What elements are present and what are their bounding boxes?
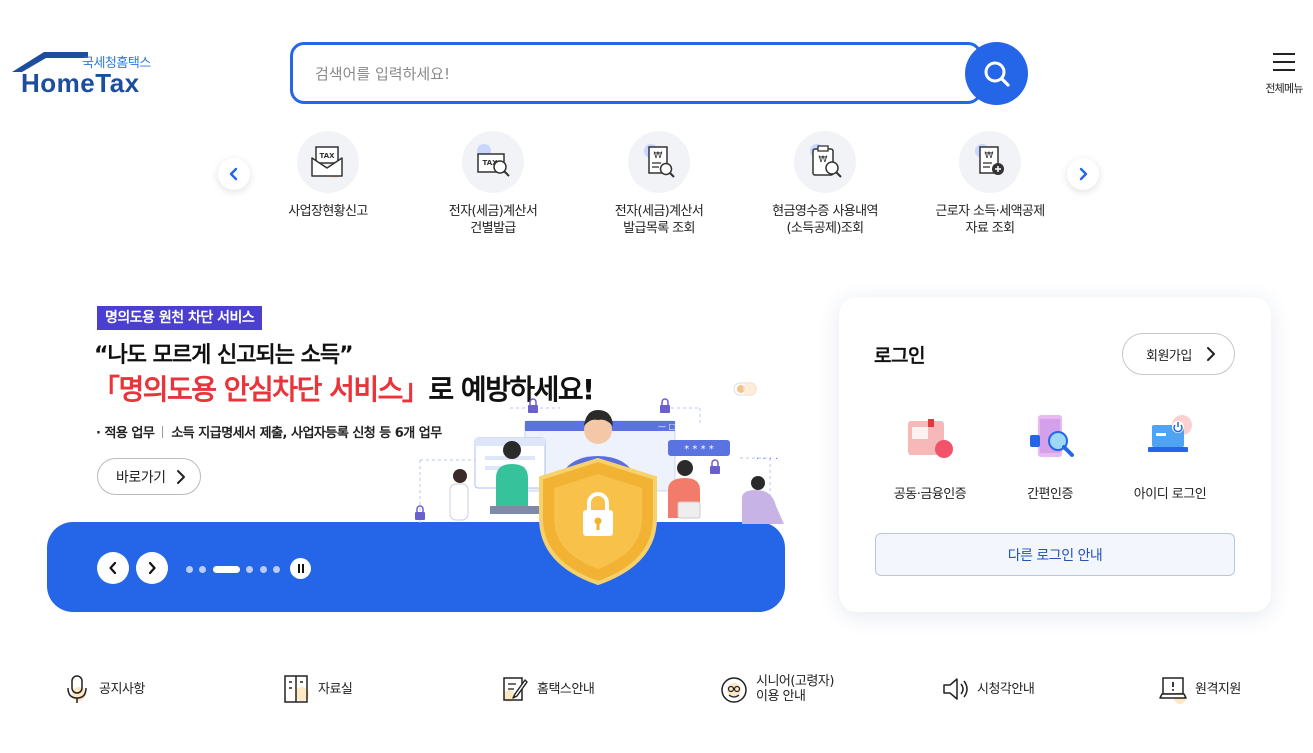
other-login-guide-button[interactable]: 다른 로그인 안내: [875, 533, 1235, 576]
pause-icon: [297, 564, 304, 573]
login-card: 로그인 회원가입 공동·금융인증 간편인증 아이디 로그인 다른 로그인 안내: [839, 297, 1271, 612]
svg-text:· · · ·: · · · ·: [756, 454, 778, 465]
svg-text:TAX: TAX: [319, 152, 335, 160]
svg-text:— □ ×: — □ ×: [658, 422, 685, 431]
document-pen-icon: [500, 674, 530, 704]
banner-go-label: 바로가기: [116, 469, 166, 486]
banner-prev-button[interactable]: [97, 552, 129, 584]
bottom-link-label: 원격지원: [1195, 681, 1241, 697]
search-box: [290, 42, 982, 104]
banner-pause-button[interactable]: [290, 558, 311, 579]
login-title: 로그인: [874, 345, 925, 367]
chevron-right-icon: [177, 470, 185, 484]
banner-go-button[interactable]: 바로가기: [97, 458, 201, 495]
tax-invoice-search-icon: TAX: [462, 131, 524, 193]
bottom-link-notice[interactable]: 공지사항: [62, 672, 145, 706]
banner-detail-label: · 적용 업무: [96, 426, 155, 441]
svg-text:₩: ₩: [819, 155, 828, 165]
signup-button[interactable]: 회원가입: [1122, 333, 1235, 375]
bottom-link-remote[interactable]: 원격지원: [1158, 672, 1241, 706]
all-menu-label: 전체메뉴: [1265, 82, 1303, 95]
receipt-search-icon: ₩: [794, 131, 856, 193]
slide-indicator-dot[interactable]: [199, 566, 206, 573]
won-document-search-icon: ₩: [628, 131, 690, 193]
chevron-right-icon: [148, 561, 156, 575]
bottom-link-label: 시청각안내: [977, 681, 1035, 697]
search-input[interactable]: [315, 62, 935, 86]
logo-wordmark: HomeTax: [21, 68, 140, 98]
certificate-login-label: 공동·금융인증: [893, 487, 967, 502]
quick-service-label: 현금영수증 사용내역 (소득공제)조회: [772, 204, 878, 236]
quick-service-label: 근로자 소득·세액공제 자료 조회: [935, 204, 1045, 236]
won-document-add-icon: ₩: [959, 131, 1021, 193]
quick-service-item[interactable]: TAX 전자(세금)계산서 건별발급: [423, 131, 563, 237]
tax-envelope-icon: TAX: [297, 131, 359, 193]
bottom-link-archive[interactable]: 자료실: [281, 672, 353, 706]
quick-service-item[interactable]: ₩ 전자(세금)계산서 발급목록 조회: [589, 131, 729, 237]
divider: [162, 426, 164, 438]
bottom-link-senior[interactable]: 시니어(고령자) 이용 안내: [719, 672, 834, 706]
hamburger-icon: [1273, 53, 1295, 71]
certificate-login-option[interactable]: 공동·금융인증: [875, 411, 985, 502]
quick-service-item[interactable]: ₩ 근로자 소득·세액공제 자료 조회: [920, 131, 1060, 237]
chevron-right-icon: [1207, 347, 1215, 361]
signup-label: 회원가입: [1146, 348, 1192, 364]
quick-service-item[interactable]: TAX 사업장현황신고: [258, 131, 398, 220]
simple-auth-login-option[interactable]: 간편인증: [995, 411, 1105, 502]
id-login-label: 아이디 로그인: [1133, 487, 1207, 502]
chevron-left-icon: [109, 561, 117, 575]
certificate-card-icon: [900, 411, 960, 465]
bottom-link-label: 공지사항: [99, 681, 145, 697]
bottom-link-label: 자료실: [318, 681, 353, 697]
slide-indicator-dot[interactable]: [273, 566, 280, 573]
senior-icon: [719, 674, 749, 704]
quick-service-label: 전자(세금)계산서 발급목록 조회: [614, 204, 704, 236]
quick-next-button[interactable]: [1067, 158, 1099, 190]
chevron-left-icon: [229, 167, 238, 181]
banner-next-button[interactable]: [136, 552, 168, 584]
svg-text:₩: ₩: [985, 151, 994, 161]
laptop-power-icon: [1140, 411, 1200, 465]
bottom-link-label: 시니어(고령자) 이용 안내: [756, 674, 834, 704]
hometax-logo[interactable]: 국세청홈택스 HomeTax: [10, 48, 160, 98]
search-icon: [984, 61, 1010, 87]
svg-text:₩: ₩: [654, 151, 663, 161]
svg-text:* * * *: * * * *: [684, 444, 714, 455]
quick-service-label: 사업장현황신고: [288, 204, 368, 219]
bottom-link-label: 홈택스안내: [537, 681, 595, 697]
quick-service-label: 전자(세금)계산서 건별발급: [448, 204, 538, 236]
remote-laptop-icon: [1158, 674, 1188, 704]
search-button[interactable]: [965, 42, 1028, 105]
slide-indicator-dot[interactable]: [246, 566, 253, 573]
banner-quote: “나도 모르게 신고되는 소득”: [94, 343, 354, 368]
chevron-right-icon: [1079, 167, 1088, 181]
security-illustration: — □ × * * * * · · · ·: [415, 382, 784, 586]
phone-search-icon: [1020, 411, 1080, 465]
slide-indicator-dot[interactable]: [260, 566, 267, 573]
banner-detail: · 적용 업무 소득 지급명세서 제출, 사업자등록 신청 등 6개 업무: [96, 422, 442, 441]
id-login-option[interactable]: 아이디 로그인: [1115, 411, 1225, 502]
bottom-link-audiovisual[interactable]: 시청각안내: [940, 672, 1035, 706]
all-menu-button[interactable]: 전체메뉴: [1258, 50, 1310, 100]
cabinet-icon: [281, 674, 311, 704]
microphone-icon: [62, 674, 92, 704]
bottom-link-guide[interactable]: 홈택스안내: [500, 672, 595, 706]
slide-indicator-dot-active[interactable]: [213, 566, 240, 573]
banner-badge: 명의도용 원천 차단 서비스: [97, 306, 263, 330]
quick-service-item[interactable]: ₩ 현금영수증 사용내역 (소득공제)조회: [755, 131, 895, 237]
slide-indicator-dot[interactable]: [186, 566, 193, 573]
speaker-icon: [940, 674, 970, 704]
simple-auth-login-label: 간편인증: [1027, 487, 1073, 502]
quick-prev-button[interactable]: [218, 158, 250, 190]
banner-headline-highlight: 「명의도용 안심차단 서비스」: [92, 373, 430, 406]
